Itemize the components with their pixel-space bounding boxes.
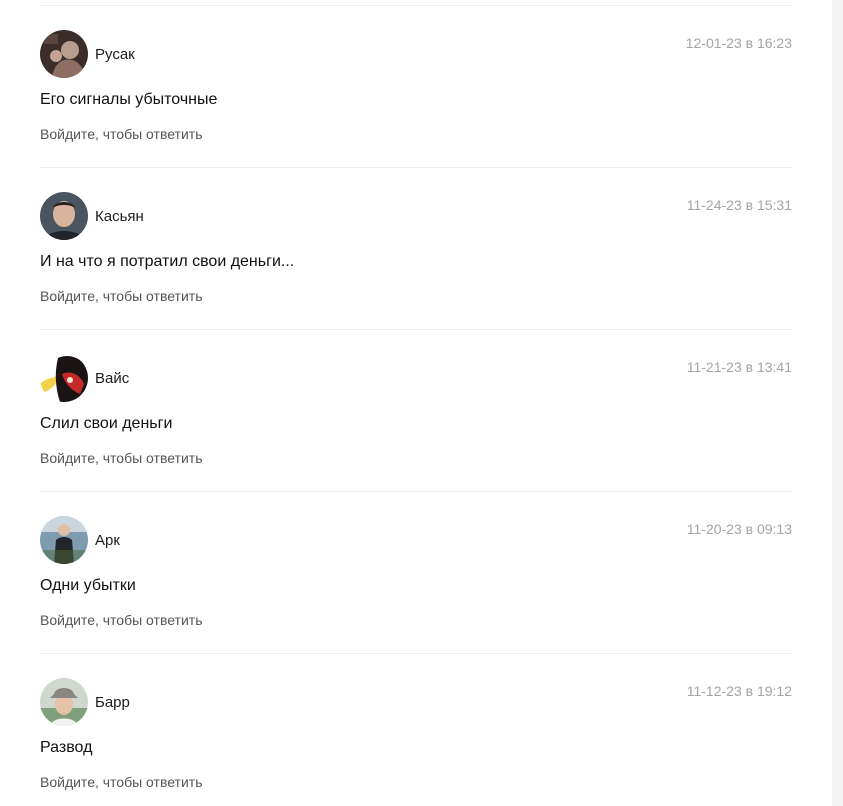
avatar-photo-icon xyxy=(40,30,88,78)
comment-date: 11-12-23 в 19:12 xyxy=(686,683,792,699)
avatar-photo-icon xyxy=(40,354,88,402)
comment-text: Одни убытки xyxy=(40,577,136,594)
comment-item: Арк 11-20-23 в 09:13 Одни убытки Войдите… xyxy=(40,492,792,654)
scrollbar-track[interactable] xyxy=(832,0,843,806)
login-to-reply-link[interactable]: Войдите, чтобы ответить xyxy=(40,774,203,790)
comment-author: Барр xyxy=(95,694,130,711)
comment-author: Арк xyxy=(95,532,120,549)
login-to-reply-link[interactable]: Войдите, чтобы ответить xyxy=(40,126,203,142)
comment-author: Русак xyxy=(95,46,135,63)
avatar[interactable] xyxy=(40,678,88,726)
comment-item: Касьян 11-24-23 в 15:31 И на что я потра… xyxy=(40,168,792,330)
avatar[interactable] xyxy=(40,192,88,240)
avatar[interactable] xyxy=(40,354,88,402)
comment-date: 11-21-23 в 13:41 xyxy=(686,359,792,375)
avatar[interactable] xyxy=(40,30,88,78)
comment-author: Касьян xyxy=(95,208,144,225)
avatar-photo-icon xyxy=(40,516,88,564)
comment-date: 11-24-23 в 15:31 xyxy=(686,197,792,213)
comment-list: Русак 12-01-23 в 16:23 Его сигналы убыто… xyxy=(40,5,792,806)
avatar[interactable] xyxy=(40,516,88,564)
comment-text: Развод xyxy=(40,739,93,756)
comment-item: Русак 12-01-23 в 16:23 Его сигналы убыто… xyxy=(40,6,792,168)
comments-page: Русак 12-01-23 в 16:23 Его сигналы убыто… xyxy=(0,0,843,806)
comment-date: 12-01-23 в 16:23 xyxy=(685,35,792,51)
login-to-reply-link[interactable]: Войдите, чтобы ответить xyxy=(40,612,203,628)
comment-text: Его сигналы убыточные xyxy=(40,91,218,108)
comment-item: Вайс 11-21-23 в 13:41 Слил свои деньги В… xyxy=(40,330,792,492)
comment-text: Слил свои деньги xyxy=(40,415,173,432)
comment-item: Барр 11-12-23 в 19:12 Развод Войдите, чт… xyxy=(40,654,792,806)
comment-date: 11-20-23 в 09:13 xyxy=(686,521,792,537)
login-to-reply-link[interactable]: Войдите, чтобы ответить xyxy=(40,288,203,304)
avatar-photo-icon xyxy=(40,678,88,726)
login-to-reply-link[interactable]: Войдите, чтобы ответить xyxy=(40,450,203,466)
comment-author: Вайс xyxy=(95,370,130,387)
avatar-photo-icon xyxy=(40,192,88,240)
comment-text: И на что я потратил свои деньги... xyxy=(40,253,295,270)
